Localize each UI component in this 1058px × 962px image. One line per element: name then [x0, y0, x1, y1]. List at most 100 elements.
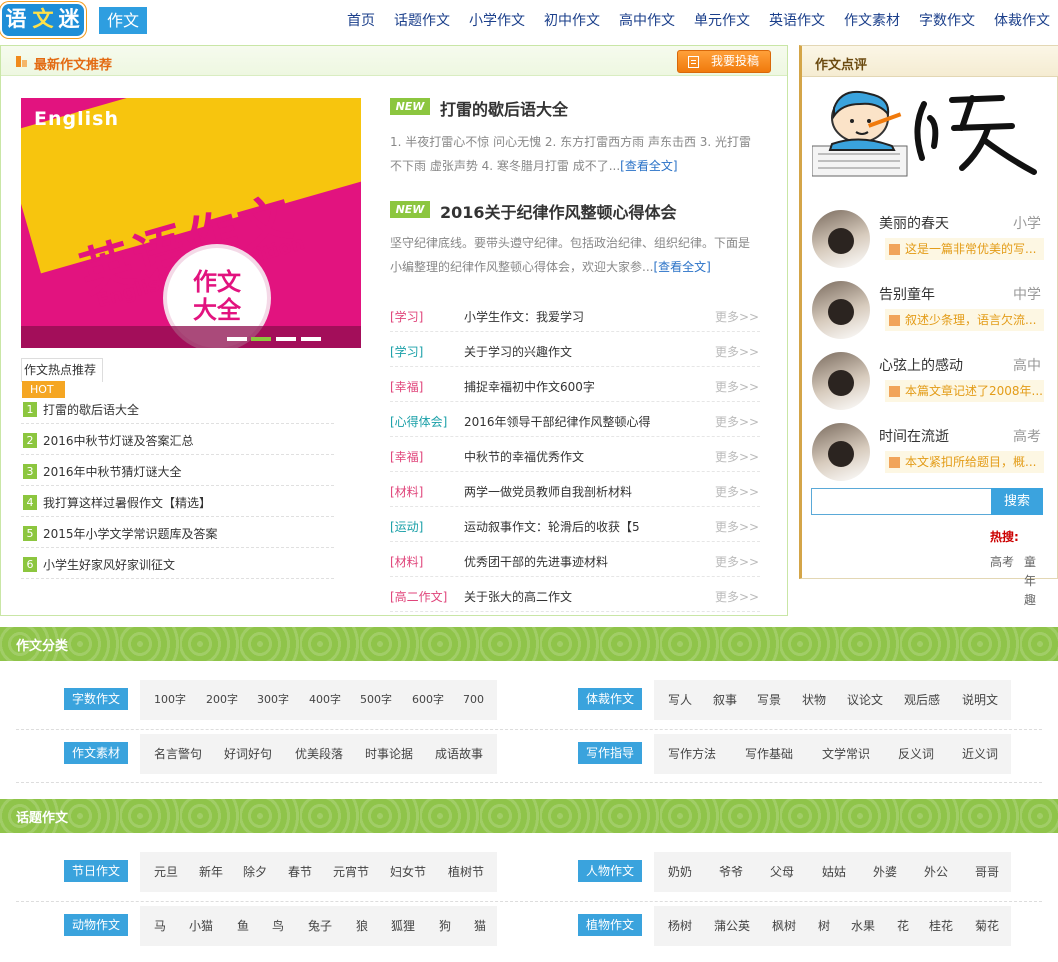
- tag-link[interactable]: 花: [897, 919, 909, 933]
- tag-link[interactable]: 600字: [412, 693, 444, 707]
- tag-link[interactable]: 枫树: [772, 919, 796, 933]
- tag-link[interactable]: 蒲公英: [714, 919, 750, 933]
- tag-link[interactable]: 议论文: [847, 693, 883, 707]
- article-list-item[interactable]: [心得体会] 2016年领导干部纪律作风整顿心得 更多>>: [390, 402, 760, 437]
- article-list-item[interactable]: [学习] 小学生作文：我爱学习 更多>>: [390, 297, 760, 332]
- article-title[interactable]: 优秀团干部的先进事迹材料: [464, 553, 608, 570]
- hot-item-title[interactable]: 我打算这样过暑假作文【精选】: [43, 494, 211, 511]
- search-input[interactable]: [811, 488, 992, 515]
- nav-senior[interactable]: 高中作文: [619, 10, 675, 30]
- site-logo[interactable]: 语 文 迷: [2, 4, 84, 36]
- more-link[interactable]: 更多>>: [715, 378, 759, 395]
- article-category[interactable]: [学习]: [390, 343, 423, 360]
- tag-link[interactable]: 近义词: [962, 747, 998, 761]
- hot-item-title[interactable]: 2015年小学文学常识题库及答案: [43, 525, 218, 542]
- nav-material[interactable]: 作文素材: [844, 10, 900, 30]
- category-label-button[interactable]: 写作指导: [578, 742, 642, 764]
- article-title[interactable]: 关于学习的兴趣作文: [464, 343, 572, 360]
- tag-link[interactable]: 名言警句: [154, 747, 202, 761]
- nav-genre[interactable]: 体裁作文: [994, 10, 1050, 30]
- hot-list-item[interactable]: 2 2016中秋节灯谜及答案汇总: [21, 424, 334, 455]
- tag-link[interactable]: 菊花: [975, 919, 999, 933]
- nav-unit[interactable]: 单元作文: [694, 10, 750, 30]
- slide-dot-active[interactable]: [251, 337, 271, 341]
- tag-link[interactable]: 成语故事: [435, 747, 483, 761]
- tag-link[interactable]: 200字: [206, 693, 238, 707]
- review-item-title[interactable]: 心弦上的感动: [879, 355, 963, 375]
- article-list-item[interactable]: [幸福] 捕捉幸福初中作文600字 更多>>: [390, 367, 760, 402]
- category-label-button[interactable]: 体裁作文: [578, 688, 642, 710]
- tab-hot-recommend[interactable]: 作文热点推荐: [21, 358, 103, 382]
- article-title[interactable]: 两学一做党员教师自我剖析材料: [464, 483, 632, 500]
- nav-home[interactable]: 首页: [347, 10, 375, 30]
- hot-item-title[interactable]: 小学生好家风好家训征文: [43, 556, 175, 573]
- tag-link[interactable]: 400字: [309, 693, 341, 707]
- article-title[interactable]: 关于张大的高二作文: [464, 588, 572, 605]
- tag-link[interactable]: 父母: [770, 865, 794, 879]
- nav-wordcount[interactable]: 字数作文: [919, 10, 975, 30]
- review-item[interactable]: 美丽的春天 小学 这是一篇非常优美的写...: [812, 210, 1052, 272]
- tag-link[interactable]: 文学常识: [822, 747, 870, 761]
- review-item[interactable]: 心弦上的感动 高中 本篇文章记述了2008年...: [812, 352, 1052, 414]
- article-category[interactable]: [运动]: [390, 518, 423, 535]
- tag-link[interactable]: 杨树: [668, 919, 692, 933]
- article-list-item[interactable]: [材料] 优秀团干部的先进事迹材料 更多>>: [390, 542, 760, 577]
- article-title[interactable]: 小学生作文：我爱学习: [464, 308, 584, 325]
- hot-list-item[interactable]: 3 2016年中秋节猜灯谜大全: [21, 455, 334, 486]
- tag-link[interactable]: 桂花: [929, 919, 953, 933]
- tag-link[interactable]: 状物: [802, 693, 826, 707]
- article-category[interactable]: [幸福]: [390, 378, 423, 395]
- article-category[interactable]: [高二作文]: [390, 588, 447, 605]
- tag-link[interactable]: 外婆: [873, 865, 897, 879]
- news-headline[interactable]: 打雷的歇后语大全: [440, 96, 568, 120]
- channel-label[interactable]: 作文: [99, 7, 147, 34]
- article-title[interactable]: 2016年领导干部纪律作风整顿心得: [464, 413, 651, 430]
- tag-link[interactable]: 小猫: [189, 919, 213, 933]
- tag-link[interactable]: 水果: [851, 919, 875, 933]
- article-category[interactable]: [学习]: [390, 308, 423, 325]
- hot-item-title[interactable]: 2016年中秋节猜灯谜大全: [43, 463, 182, 480]
- hot-search-link[interactable]: 童年趣: [1024, 553, 1038, 610]
- article-list-item[interactable]: [学习] 关于学习的兴趣作文 更多>>: [390, 332, 760, 367]
- news-headline[interactable]: 2016关于纪律作风整顿心得体会: [440, 199, 677, 223]
- tag-link[interactable]: 写作基础: [745, 747, 793, 761]
- read-more-link[interactable]: [查看全文]: [620, 159, 677, 173]
- hot-item-title[interactable]: 打雷的歇后语大全: [43, 401, 139, 418]
- hot-item-title[interactable]: 2016中秋节灯谜及答案汇总: [43, 432, 194, 449]
- tag-link[interactable]: 除夕: [243, 865, 267, 879]
- article-list-item[interactable]: [幸福] 中秋节的幸福优秀作文 更多>>: [390, 437, 760, 472]
- tag-link[interactable]: 爷爷: [719, 865, 743, 879]
- hot-list-item[interactable]: 4 我打算这样过暑假作文【精选】: [21, 486, 334, 517]
- tag-link[interactable]: 写人: [668, 693, 692, 707]
- slide-dot[interactable]: [276, 337, 296, 341]
- tag-link[interactable]: 反义词: [898, 747, 934, 761]
- review-item-title[interactable]: 告别童年: [879, 284, 935, 304]
- nav-english[interactable]: 英语作文: [769, 10, 825, 30]
- tag-link[interactable]: 春节: [288, 865, 312, 879]
- tag-link[interactable]: 树: [818, 919, 830, 933]
- more-link[interactable]: 更多>>: [715, 343, 759, 360]
- tag-link[interactable]: 妇女节: [390, 865, 426, 879]
- tag-link[interactable]: 写景: [757, 693, 781, 707]
- article-list-item[interactable]: [运动] 运动叙事作文：轮滑后的收获【5 更多>>: [390, 507, 760, 542]
- tag-link[interactable]: 元旦: [154, 865, 178, 879]
- article-title[interactable]: 中秋节的幸福优秀作文: [464, 448, 584, 465]
- category-label-button[interactable]: 人物作文: [578, 860, 642, 882]
- article-list-item[interactable]: [高二作文] 关于张大的高二作文 更多>>: [390, 577, 760, 612]
- article-category[interactable]: [心得体会]: [390, 413, 447, 430]
- tag-link[interactable]: 叙事: [713, 693, 737, 707]
- tag-link[interactable]: 哥哥: [975, 865, 999, 879]
- review-item-title[interactable]: 美丽的春天: [879, 213, 949, 233]
- nav-topic[interactable]: 话题作文: [394, 10, 450, 30]
- tag-link[interactable]: 元宵节: [333, 865, 369, 879]
- tag-link[interactable]: 好词好句: [224, 747, 272, 761]
- search-button[interactable]: 搜索: [991, 488, 1043, 515]
- tag-link[interactable]: 狼: [356, 919, 368, 933]
- category-label-button[interactable]: 节日作文: [64, 860, 128, 882]
- article-title[interactable]: 运动叙事作文：轮滑后的收获【5: [464, 518, 640, 535]
- category-label-button[interactable]: 字数作文: [64, 688, 128, 710]
- tag-link[interactable]: 鸟: [272, 919, 284, 933]
- submit-article-button[interactable]: 我要投稿: [677, 50, 771, 73]
- more-link[interactable]: 更多>>: [715, 518, 759, 535]
- tag-link[interactable]: 马: [154, 919, 166, 933]
